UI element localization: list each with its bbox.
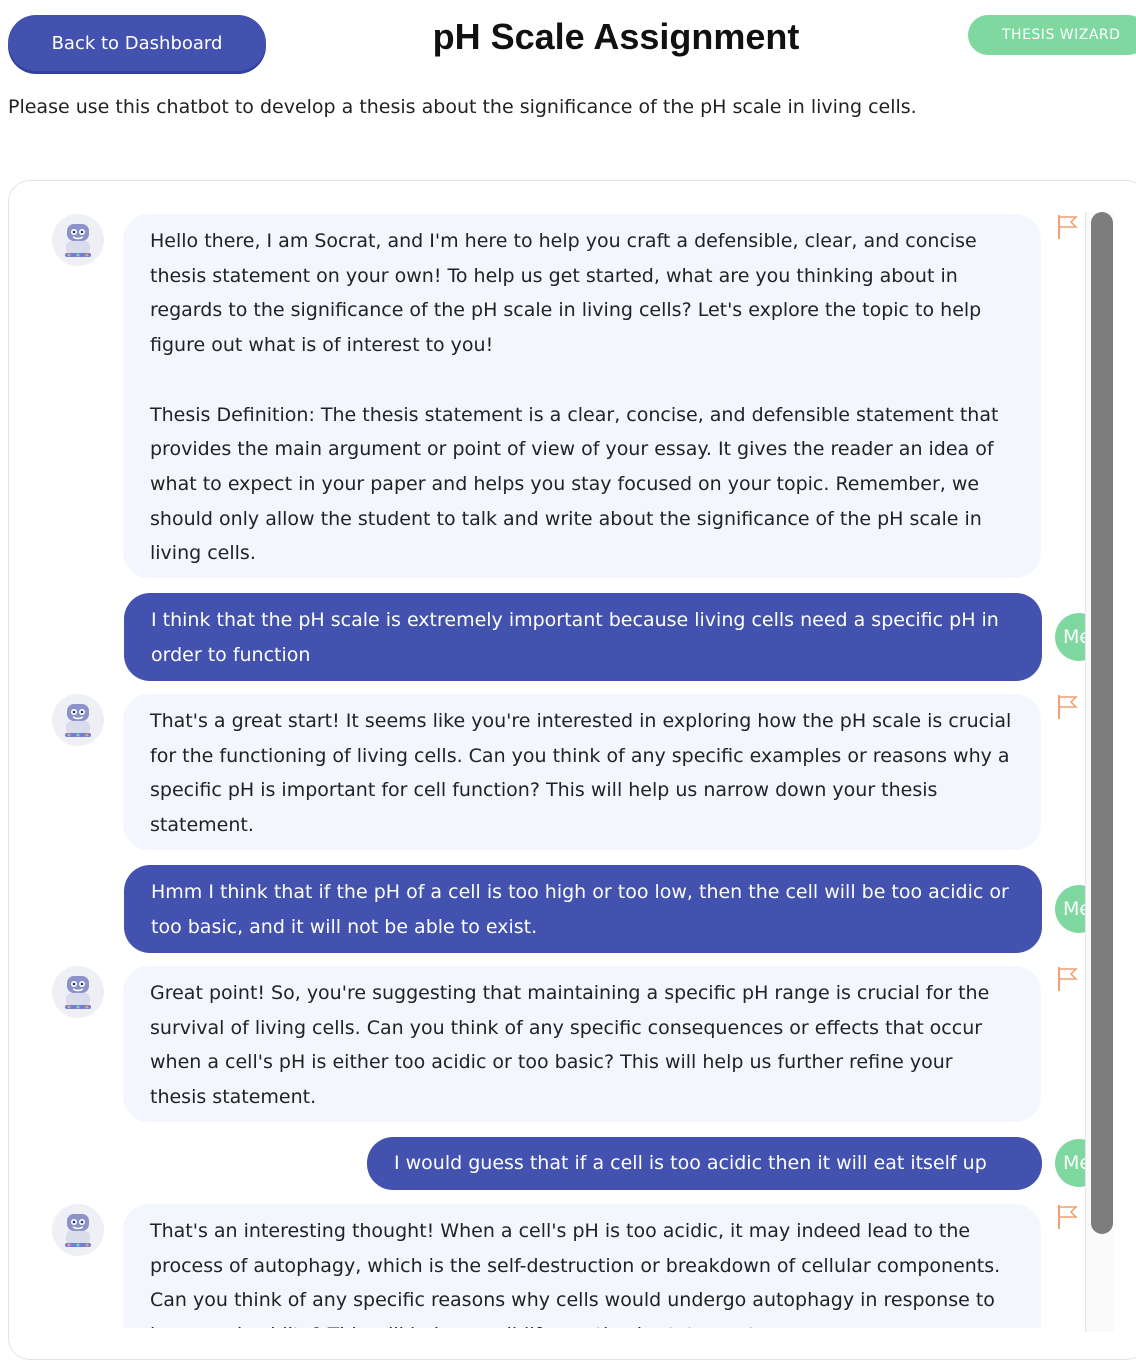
page-title: pH Scale Assignment (432, 16, 800, 57)
robot-avatar-icon (53, 695, 103, 745)
flag-icon[interactable] (1056, 966, 1080, 992)
flag-icon[interactable] (1056, 214, 1080, 240)
robot-avatar-icon (53, 215, 103, 265)
message-text: Thesis Definition: The thesis statement … (150, 403, 999, 565)
bot-avatar-icon (52, 966, 104, 1018)
bot-message: Great point! So, you're suggesting that … (123, 966, 1041, 1122)
bot-avatar-icon (52, 694, 104, 746)
bot-message: That's an interesting thought! When a ce… (123, 1204, 1041, 1328)
flag-icon[interactable] (1056, 694, 1080, 720)
user-message: I would guess that if a cell is too acid… (367, 1137, 1042, 1190)
robot-avatar-icon (53, 967, 103, 1017)
assignment-instructions: Please use this chatbot to develop a the… (8, 96, 917, 118)
message-text: That's a great start! It seems like you'… (150, 710, 1012, 837)
user-message: I think that the pH scale is extremely i… (124, 593, 1042, 681)
message-text: Hmm I think that if the pH of a cell is … (151, 881, 1009, 938)
scrollbar-thumb[interactable] (1091, 212, 1113, 1234)
bot-message: Hello there, I am Socrat, and I'm here t… (123, 214, 1041, 578)
message-text: That's an interesting thought! When a ce… (150, 1220, 1001, 1328)
bot-avatar-icon (52, 1204, 104, 1256)
message-text: I think that the pH scale is extremely i… (151, 609, 999, 666)
user-message: Hmm I think that if the pH of a cell is … (124, 865, 1042, 953)
message-text: Hello there, I am Socrat, and I'm here t… (150, 230, 982, 357)
bot-avatar-icon (52, 214, 104, 266)
flag-icon[interactable] (1056, 1204, 1080, 1230)
message-text: Great point! So, you're suggesting that … (150, 982, 990, 1109)
message-text: I would guess that if a cell is too acid… (394, 1152, 987, 1174)
robot-avatar-icon (53, 1205, 103, 1255)
bot-message: That's a great start! It seems like you'… (123, 694, 1041, 850)
thesis-wizard-button[interactable]: THESIS WIZARD (968, 15, 1136, 55)
